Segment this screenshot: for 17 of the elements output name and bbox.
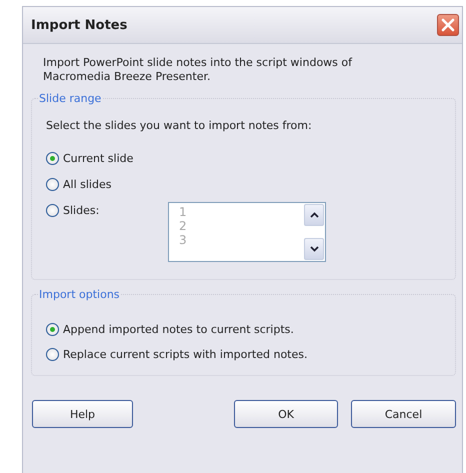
radio-option[interactable]: Current slide — [46, 152, 146, 165]
help-button[interactable]: Help — [32, 400, 133, 428]
ok-button[interactable]: OK — [234, 400, 338, 428]
window-title: Import Notes — [31, 18, 128, 32]
close-button[interactable] — [437, 14, 459, 36]
radio-option[interactable]: Slides: — [46, 204, 146, 217]
description-text: Import PowerPoint slide notes into the script windows of Macromedia Breeze Presenter. — [43, 56, 354, 84]
group-label: Import options — [38, 288, 121, 301]
group-label: Slide range — [38, 92, 102, 105]
close-icon — [441, 18, 455, 32]
chevron-up-icon — [310, 212, 318, 218]
radio-option[interactable]: Replace current scripts with imported notes. — [46, 348, 308, 361]
radio-option[interactable]: Append imported notes to current scripts. — [46, 323, 294, 336]
chevron-down-icon — [310, 246, 318, 252]
radio-option[interactable]: All slides — [46, 178, 146, 191]
prompt-text: Select the slides you want to import notes from: — [46, 119, 313, 132]
cancel-button[interactable]: Cancel — [351, 400, 456, 428]
